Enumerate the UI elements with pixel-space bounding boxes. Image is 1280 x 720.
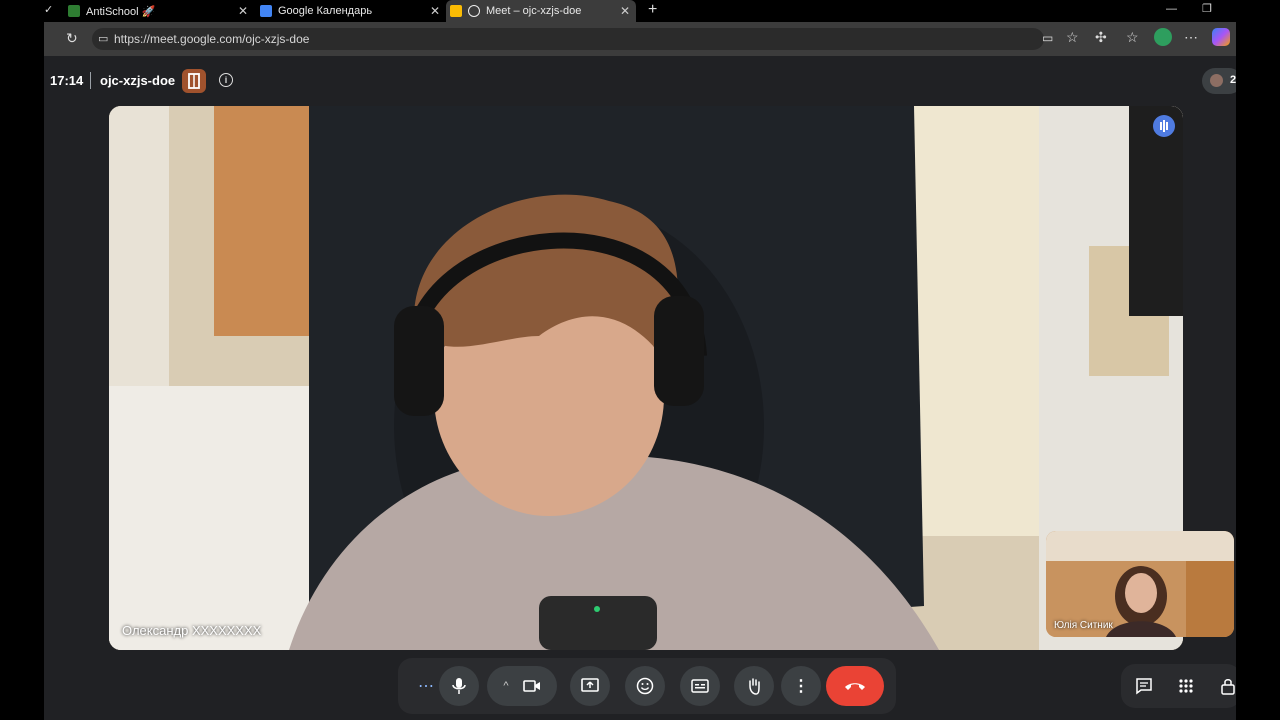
microphone-button[interactable] bbox=[439, 666, 479, 706]
speaking-indicator-icon bbox=[1153, 115, 1175, 137]
url-text: https://meet.google.com/ojc-xzjs-doe bbox=[114, 32, 310, 46]
address-toolbar: ↻ ▭ https://meet.google.com/ojc-xzjs-doe… bbox=[44, 22, 1236, 56]
calendar-favicon-icon bbox=[260, 5, 272, 17]
emoji-icon bbox=[636, 677, 654, 695]
camera-in-use-icon[interactable]: ▭ bbox=[1042, 31, 1053, 45]
lock-person-icon bbox=[1221, 679, 1235, 695]
more-horizontal-icon: ⋯ bbox=[418, 678, 434, 695]
avatar bbox=[1210, 74, 1223, 87]
tab-google-calendar[interactable]: Google Календарь ✕ bbox=[256, 0, 446, 22]
recording-icon bbox=[468, 5, 480, 17]
host-controls-button[interactable] bbox=[1218, 676, 1236, 696]
site-info-icon[interactable]: ▭ bbox=[98, 32, 108, 45]
restore-button[interactable]: ❐ bbox=[1202, 2, 1212, 16]
extensions-icon[interactable]: ✣ bbox=[1095, 29, 1107, 46]
antischool-favicon-icon bbox=[68, 5, 80, 17]
close-icon[interactable]: ✕ bbox=[430, 4, 440, 18]
more-actions-button[interactable]: ⋮ bbox=[781, 666, 821, 706]
camera-button[interactable]: ^ bbox=[487, 666, 557, 706]
leave-call-button[interactable] bbox=[826, 666, 884, 706]
participants-button[interactable]: 2 bbox=[1202, 68, 1236, 94]
meet-favicon-icon bbox=[450, 5, 462, 17]
raise-hand-button[interactable] bbox=[734, 666, 774, 706]
activities-button[interactable] bbox=[1176, 676, 1196, 696]
chat-button[interactable] bbox=[1134, 676, 1154, 696]
more-vertical-icon: ⋮ bbox=[793, 678, 809, 695]
browser-window: ✓ AntiSchool 🚀 ✕ Google Календарь ✕ Meet… bbox=[44, 0, 1236, 720]
participant-video-feed bbox=[109, 106, 1183, 650]
participant-count: 2 bbox=[1230, 74, 1236, 86]
reload-icon[interactable]: ↻ bbox=[66, 30, 78, 47]
meeting-time: 17:14 bbox=[50, 73, 84, 88]
door-icon[interactable] bbox=[182, 69, 206, 93]
reactions-button[interactable] bbox=[625, 666, 665, 706]
self-participant-name: Юлія Ситник bbox=[1054, 620, 1113, 631]
tab-meet[interactable]: Meet – ojc-xzjs-doe ✕ bbox=[446, 0, 636, 22]
participant-name: Олександр ХХХХХХХХ bbox=[122, 623, 262, 638]
hang-up-icon bbox=[845, 683, 865, 690]
divider bbox=[90, 72, 91, 89]
tab-title: Google Календарь bbox=[278, 5, 373, 17]
bookmark-star-icon[interactable]: ☆ bbox=[1066, 29, 1079, 46]
video-camera-icon bbox=[522, 680, 540, 692]
captions-button[interactable] bbox=[680, 666, 720, 706]
apps-grid-icon bbox=[1179, 679, 1193, 693]
copilot-icon[interactable] bbox=[1212, 28, 1230, 46]
captions-icon bbox=[691, 679, 709, 693]
present-icon bbox=[581, 678, 599, 692]
tab-antischool[interactable]: AntiSchool 🚀 ✕ bbox=[64, 0, 254, 22]
self-video-tile[interactable]: Юлія Ситник bbox=[1046, 531, 1234, 637]
tab-scroll-icon[interactable]: ✓ bbox=[44, 3, 53, 17]
present-screen-button[interactable] bbox=[570, 666, 610, 706]
hand-icon bbox=[749, 678, 760, 695]
tab-title: AntiSchool 🚀 bbox=[86, 5, 156, 18]
close-icon[interactable]: ✕ bbox=[238, 4, 248, 18]
microphone-icon bbox=[452, 678, 466, 694]
minimize-button[interactable]: — bbox=[1166, 2, 1177, 16]
meeting-code: ojc-xzjs-doe bbox=[100, 73, 176, 88]
profile-icon[interactable] bbox=[1154, 28, 1172, 46]
new-tab-button[interactable]: + bbox=[648, 0, 657, 20]
favorites-icon[interactable]: ☆ bbox=[1126, 29, 1139, 46]
chevron-up-icon: ^ bbox=[503, 680, 509, 692]
more-menu-icon[interactable]: ⋯ bbox=[1184, 29, 1198, 46]
close-icon[interactable]: ✕ bbox=[620, 4, 630, 18]
tab-title: Meet – ojc-xzjs-doe bbox=[486, 5, 582, 17]
chat-icon bbox=[1136, 678, 1152, 695]
meeting-info-icon[interactable]: i bbox=[219, 73, 233, 87]
tab-strip: ✓ AntiSchool 🚀 ✕ Google Календарь ✕ Meet… bbox=[44, 0, 1236, 22]
main-video-tile[interactable]: Олександр ХХХХХХХХ bbox=[109, 106, 1183, 650]
